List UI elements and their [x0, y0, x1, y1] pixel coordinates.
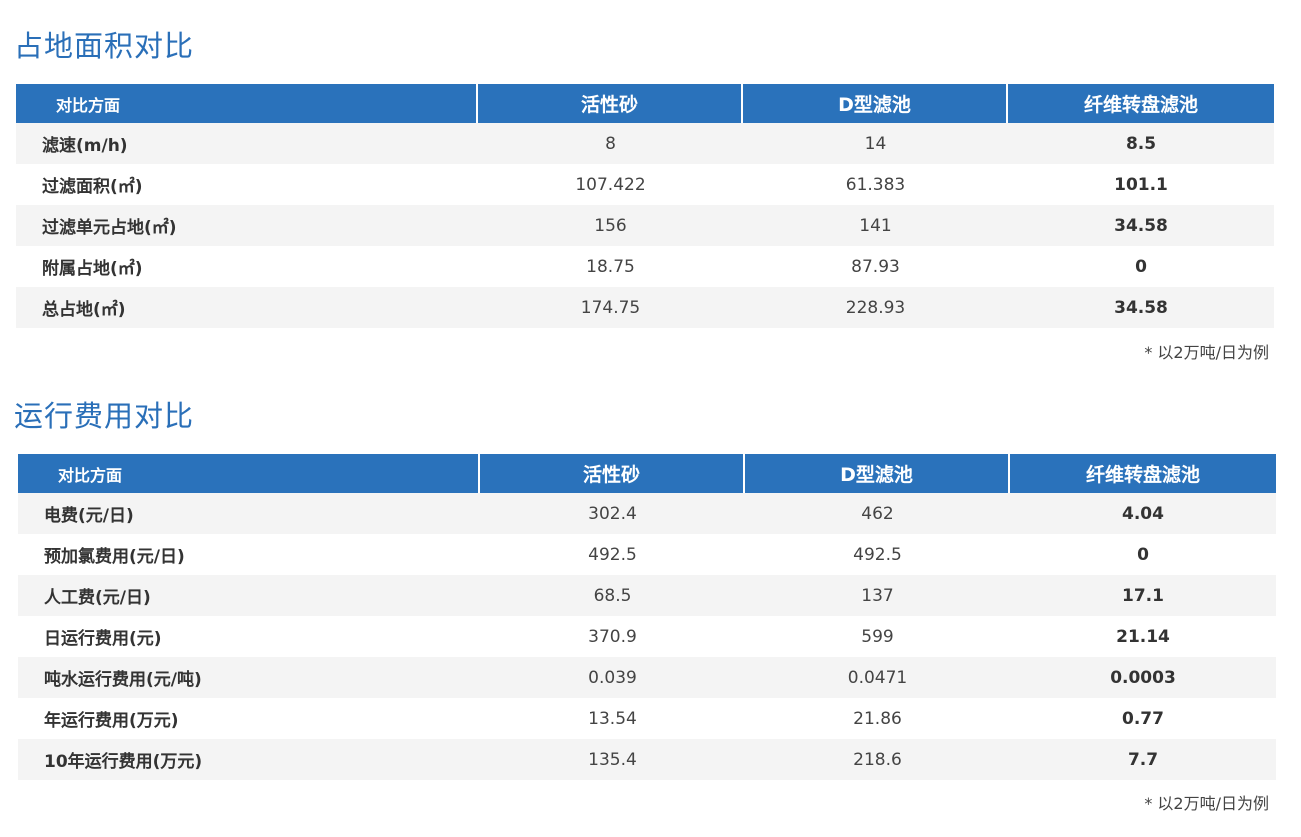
- header-active-sand: 活性砂: [478, 84, 743, 123]
- cell-fiber-disc-filter: 34.58: [1008, 205, 1274, 246]
- cell-active-sand: 13.54: [480, 698, 745, 739]
- table-header-row: 对比方面 活性砂 D型滤池 纤维转盘滤池: [16, 84, 1274, 123]
- header-d-filter: D型滤池: [745, 454, 1010, 493]
- cell-d-filter: 141: [743, 205, 1008, 246]
- row-label: 滤速(m/h): [16, 123, 478, 164]
- row-label: 总占地(㎡): [16, 287, 478, 328]
- cell-fiber-disc-filter: 0: [1010, 534, 1276, 575]
- row-label: 10年运行费用(万元): [18, 739, 480, 780]
- table-header-row: 对比方面 活性砂 D型滤池 纤维转盘滤池: [18, 454, 1276, 493]
- row-label: 人工费(元/日): [18, 575, 480, 616]
- cell-active-sand: 492.5: [480, 534, 745, 575]
- cell-active-sand: 174.75: [478, 287, 743, 328]
- section-title-land-area: 占地面积对比: [14, 29, 195, 63]
- operating-cost-table: 对比方面 活性砂 D型滤池 纤维转盘滤池 电费(元/日) 302.4 462 4…: [18, 454, 1276, 780]
- row-label: 过滤面积(㎡): [16, 164, 478, 205]
- land-area-table: 对比方面 活性砂 D型滤池 纤维转盘滤池 滤速(m/h) 8 14 8.5 过滤…: [16, 84, 1274, 328]
- section-title-operating-cost: 运行费用对比: [14, 399, 195, 433]
- row-label: 预加氯费用(元/日): [18, 534, 480, 575]
- header-aspect: 对比方面: [16, 84, 478, 123]
- cell-fiber-disc-filter: 4.04: [1010, 493, 1276, 534]
- header-active-sand: 活性砂: [480, 454, 745, 493]
- cell-fiber-disc-filter: 34.58: [1008, 287, 1274, 328]
- table-row: 电费(元/日) 302.4 462 4.04: [18, 493, 1276, 534]
- row-label: 附属占地(㎡): [16, 246, 478, 287]
- cell-fiber-disc-filter: 21.14: [1010, 616, 1276, 657]
- cell-d-filter: 61.383: [743, 164, 1008, 205]
- row-label: 过滤单元占地(㎡): [16, 205, 478, 246]
- cell-d-filter: 14: [743, 123, 1008, 164]
- cell-active-sand: 135.4: [480, 739, 745, 780]
- cell-fiber-disc-filter: 0: [1008, 246, 1274, 287]
- cell-fiber-disc-filter: 101.1: [1008, 164, 1274, 205]
- cell-active-sand: 370.9: [480, 616, 745, 657]
- cell-d-filter: 137: [745, 575, 1010, 616]
- footnote: * 以2万吨/日为例: [1144, 794, 1269, 813]
- cell-fiber-disc-filter: 0.0003: [1010, 657, 1276, 698]
- row-label: 电费(元/日): [18, 493, 480, 534]
- cell-d-filter: 228.93: [743, 287, 1008, 328]
- cell-active-sand: 107.422: [478, 164, 743, 205]
- table-row: 10年运行费用(万元) 135.4 218.6 7.7: [18, 739, 1276, 780]
- row-label: 吨水运行费用(元/吨): [18, 657, 480, 698]
- table-row: 吨水运行费用(元/吨) 0.039 0.0471 0.0003: [18, 657, 1276, 698]
- cell-active-sand: 0.039: [480, 657, 745, 698]
- cell-d-filter: 87.93: [743, 246, 1008, 287]
- table-row: 人工费(元/日) 68.5 137 17.1: [18, 575, 1276, 616]
- header-aspect: 对比方面: [18, 454, 480, 493]
- cell-d-filter: 21.86: [745, 698, 1010, 739]
- table-row: 年运行费用(万元) 13.54 21.86 0.77: [18, 698, 1276, 739]
- table-row: 预加氯费用(元/日) 492.5 492.5 0: [18, 534, 1276, 575]
- header-d-filter: D型滤池: [743, 84, 1008, 123]
- cell-fiber-disc-filter: 8.5: [1008, 123, 1274, 164]
- cell-active-sand: 68.5: [480, 575, 745, 616]
- cell-d-filter: 492.5: [745, 534, 1010, 575]
- cell-d-filter: 218.6: [745, 739, 1010, 780]
- header-fiber-disc-filter: 纤维转盘滤池: [1008, 84, 1274, 123]
- table-row: 总占地(㎡) 174.75 228.93 34.58: [16, 287, 1274, 328]
- cell-fiber-disc-filter: 7.7: [1010, 739, 1276, 780]
- table-row: 滤速(m/h) 8 14 8.5: [16, 123, 1274, 164]
- row-label: 年运行费用(万元): [18, 698, 480, 739]
- table-row: 过滤面积(㎡) 107.422 61.383 101.1: [16, 164, 1274, 205]
- cell-d-filter: 599: [745, 616, 1010, 657]
- cell-d-filter: 462: [745, 493, 1010, 534]
- cell-active-sand: 302.4: [480, 493, 745, 534]
- cell-d-filter: 0.0471: [745, 657, 1010, 698]
- cell-active-sand: 18.75: [478, 246, 743, 287]
- footnote: * 以2万吨/日为例: [1144, 343, 1269, 362]
- header-fiber-disc-filter: 纤维转盘滤池: [1010, 454, 1276, 493]
- table-row: 日运行费用(元) 370.9 599 21.14: [18, 616, 1276, 657]
- row-label: 日运行费用(元): [18, 616, 480, 657]
- cell-fiber-disc-filter: 0.77: [1010, 698, 1276, 739]
- cell-fiber-disc-filter: 17.1: [1010, 575, 1276, 616]
- cell-active-sand: 8: [478, 123, 743, 164]
- cell-active-sand: 156: [478, 205, 743, 246]
- table-row: 过滤单元占地(㎡) 156 141 34.58: [16, 205, 1274, 246]
- table-row: 附属占地(㎡) 18.75 87.93 0: [16, 246, 1274, 287]
